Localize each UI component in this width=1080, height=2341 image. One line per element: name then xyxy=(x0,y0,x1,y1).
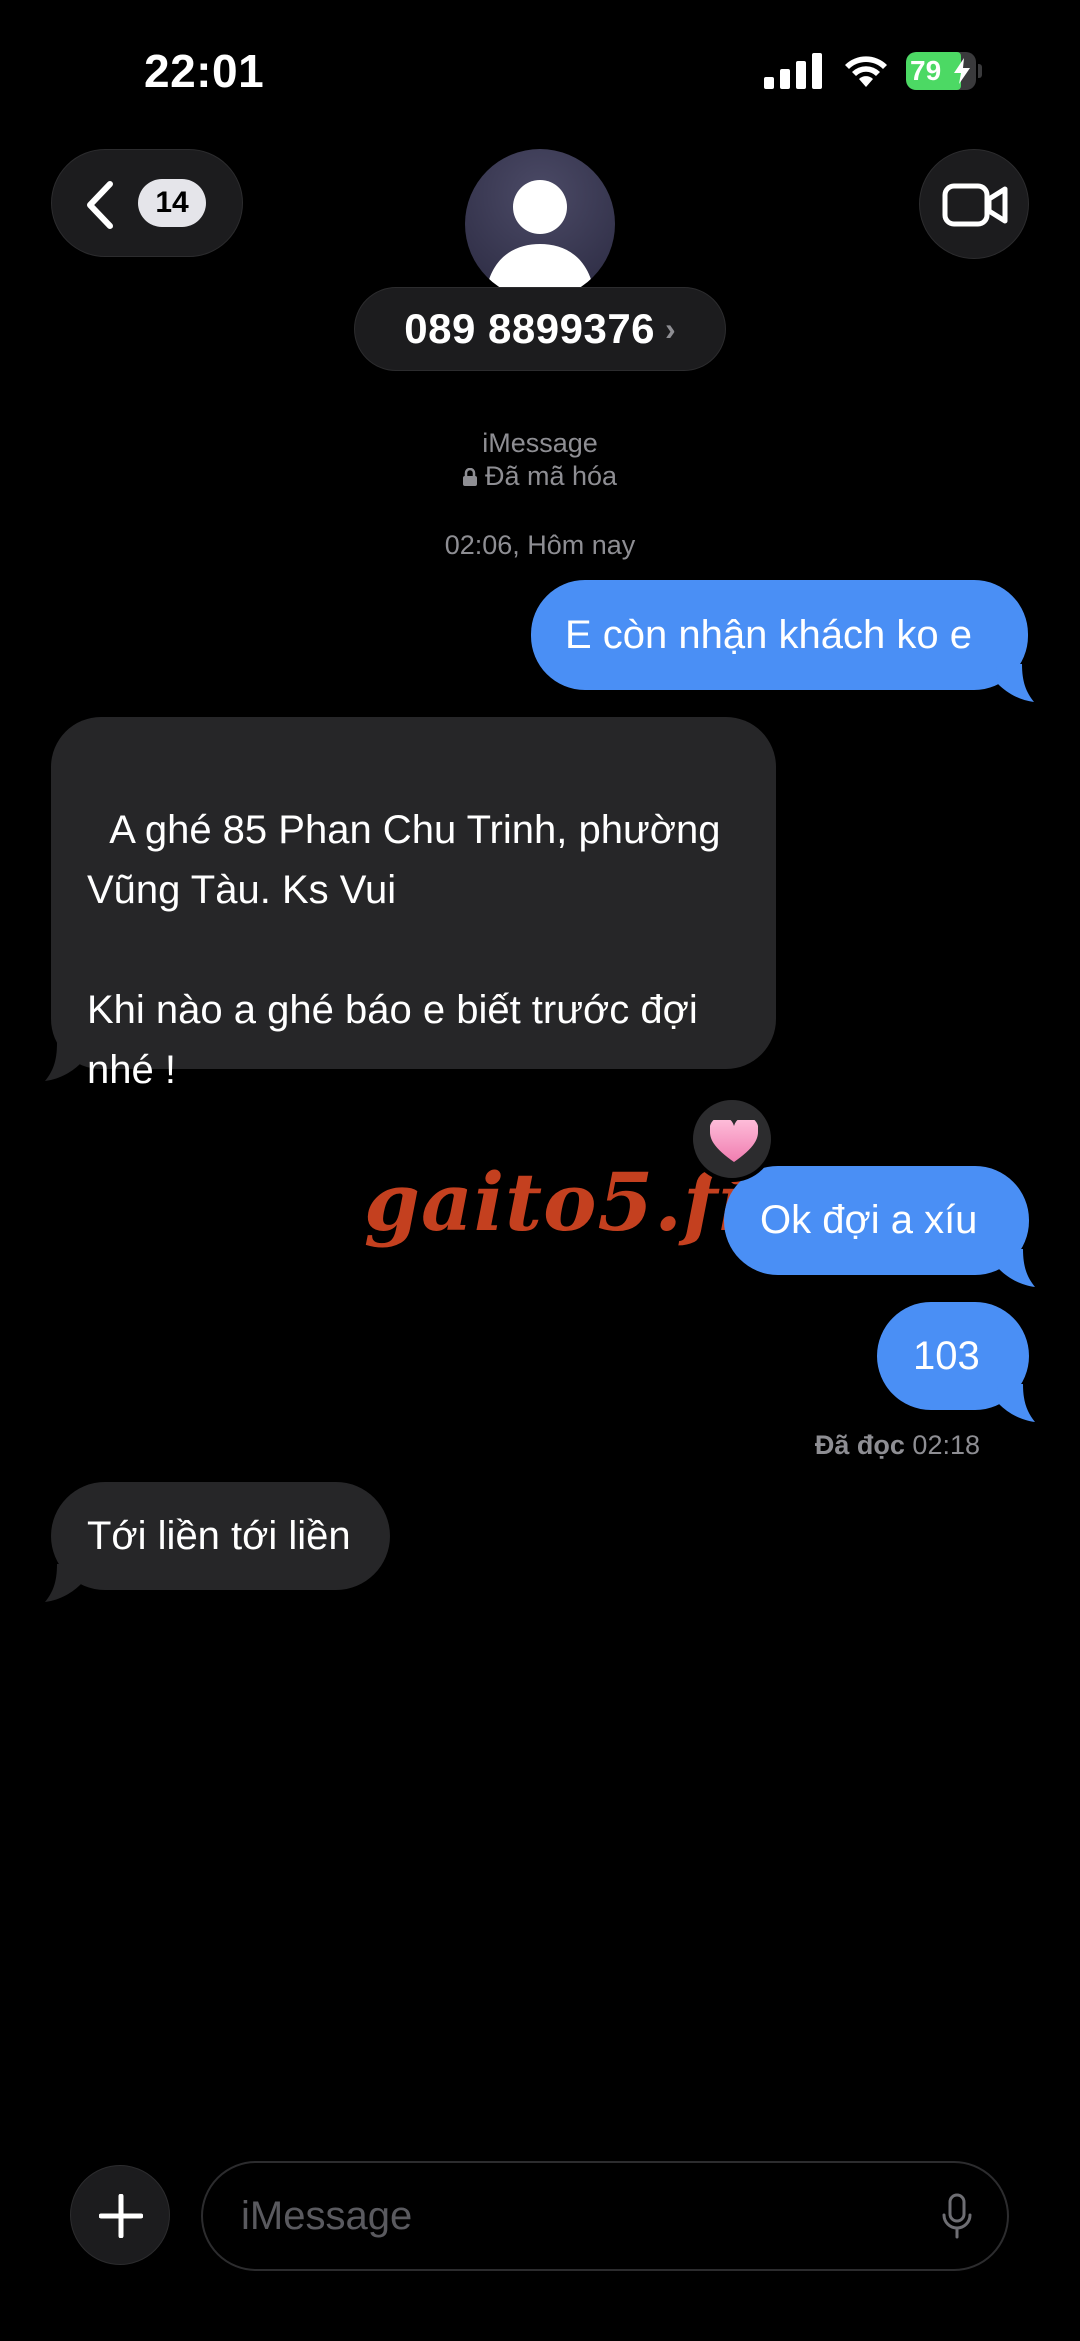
battery-charging-icon xyxy=(954,58,970,84)
video-camera-icon xyxy=(942,183,1008,227)
message-text: A ghé 85 Phan Chu Trinh, phường Vũng Tàu… xyxy=(87,808,721,1092)
attachment-button[interactable] xyxy=(70,2165,170,2265)
bubble-tail xyxy=(997,1249,1035,1287)
plus-icon xyxy=(99,2194,143,2238)
chevron-right-icon: › xyxy=(665,310,676,347)
signal-icon xyxy=(764,53,822,89)
heart-icon xyxy=(710,1120,758,1162)
microphone-icon[interactable] xyxy=(941,2193,973,2241)
read-receipt: Đã đọc 02:18 xyxy=(700,1430,980,1461)
read-receipt-label: Đã đọc xyxy=(814,1430,905,1460)
status-time: 22:01 xyxy=(144,45,265,97)
service-label: iMessage xyxy=(482,428,598,458)
contact-avatar[interactable] xyxy=(465,149,615,299)
back-chevron-icon xyxy=(87,181,113,229)
message-text: Tới liền tới liền xyxy=(87,1514,351,1558)
video-call-button[interactable] xyxy=(919,149,1029,259)
encryption-label: Đã mã hóa xyxy=(484,461,618,491)
message-bubble-sent[interactable]: E còn nhận khách ko e xyxy=(531,580,1034,702)
message-text: Ok đợi a xíu xyxy=(760,1198,978,1242)
read-receipt-time: 02:18 xyxy=(912,1430,980,1460)
unread-count-badge: 14 xyxy=(138,179,206,227)
encryption-status: Đã mã hóa xyxy=(0,461,1080,492)
contact-name-button[interactable]: 089 8899376 › xyxy=(354,287,726,371)
message-bubble-received[interactable]: Tới liền tới liền xyxy=(45,1482,390,1602)
person-avatar-icon xyxy=(485,180,595,299)
message-text: E còn nhận khách ko e xyxy=(565,613,972,657)
lock-icon xyxy=(462,468,477,486)
bubble-tail xyxy=(997,1384,1035,1422)
message-bubble-sent[interactable]: Ok đợi a xíu xyxy=(724,1166,1035,1287)
bubble-tail xyxy=(45,1043,83,1081)
message-bubble-sent[interactable]: 103 xyxy=(877,1302,1035,1422)
conversation-timestamp: 02:06, Hôm nay xyxy=(444,530,636,560)
message-bubble-received[interactable]: A ghé 85 Phan Chu Trinh, phường Vũng Tàu… xyxy=(45,717,776,1092)
heart-reaction[interactable] xyxy=(689,1096,775,1182)
bubble-tail xyxy=(996,664,1034,702)
message-input[interactable]: iMessage xyxy=(201,2161,1009,2271)
message-input-placeholder: iMessage xyxy=(241,2194,413,2238)
contact-name: 089 8899376 xyxy=(404,305,656,352)
back-button[interactable]: 14 xyxy=(51,149,243,257)
battery-indicator: 79 xyxy=(906,52,982,90)
wifi-icon xyxy=(845,56,887,87)
bubble-tail xyxy=(45,1564,83,1602)
message-text: 103 xyxy=(913,1334,980,1378)
